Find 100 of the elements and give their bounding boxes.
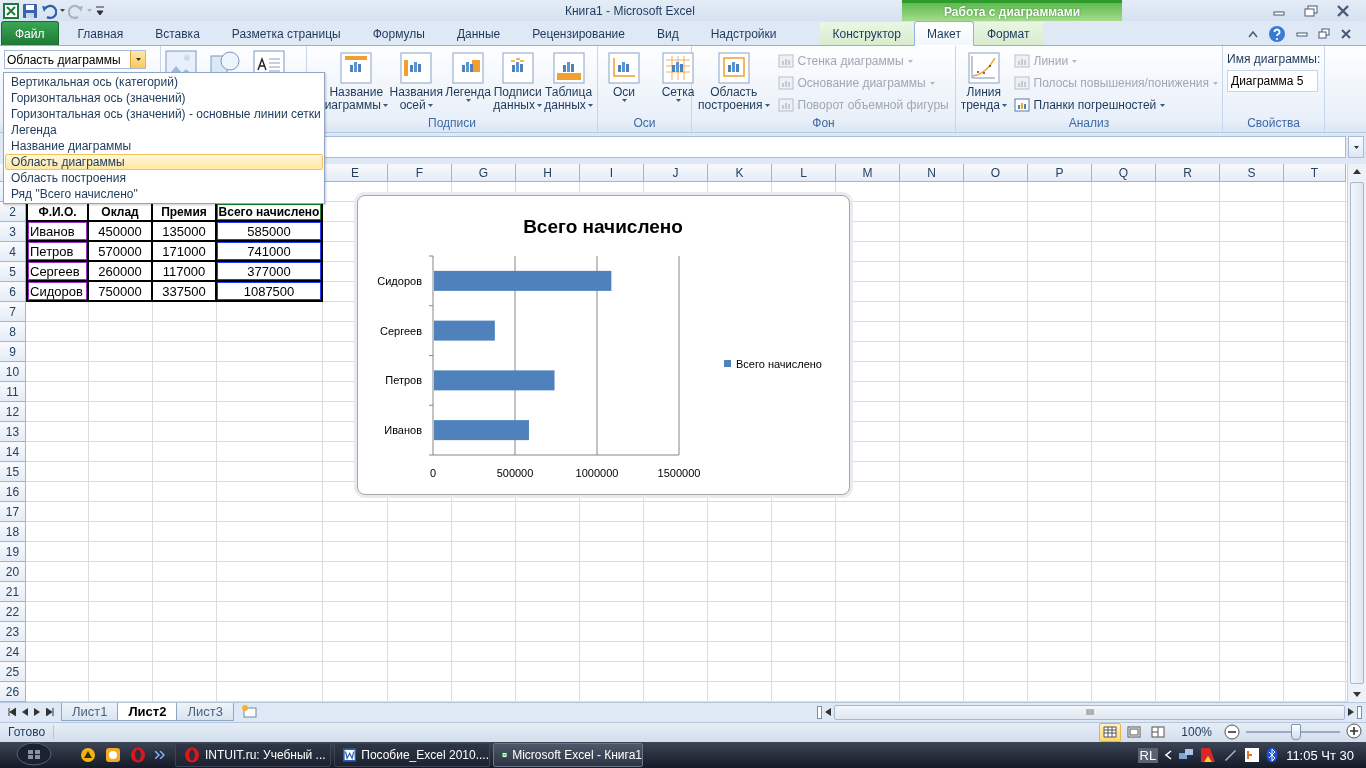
ribbon-button[interactable]: Таблица данных xyxy=(544,50,593,115)
row-header[interactable]: 7 xyxy=(9,304,16,319)
column-header[interactable]: N xyxy=(927,165,936,180)
scroll-left-icon[interactable] xyxy=(825,708,831,717)
start-button-icon[interactable] xyxy=(16,741,52,766)
zoom-out-icon[interactable] xyxy=(1224,724,1240,741)
ribbon-tab[interactable]: Файл xyxy=(1,21,59,46)
split-handle-icon[interactable] xyxy=(817,705,822,719)
row-header[interactable]: 4 xyxy=(9,244,16,259)
row-header[interactable]: 9 xyxy=(9,344,16,359)
last-sheet-icon[interactable] xyxy=(46,708,54,717)
column-header[interactable]: R xyxy=(1183,165,1192,180)
scroll-down-icon[interactable] xyxy=(1353,692,1361,699)
clock-text[interactable]: 11:05 Чт 30 xyxy=(1284,747,1356,763)
ribbon-button[interactable]: Название иаграммы xyxy=(325,50,388,115)
help-icon[interactable] xyxy=(1268,24,1286,43)
ribbon-tab[interactable]: Макет xyxy=(913,21,974,47)
language-indicator[interactable]: RL xyxy=(1137,747,1159,763)
column-header[interactable]: F xyxy=(415,165,424,180)
column-header[interactable]: K xyxy=(735,165,744,180)
zoom-in-icon[interactable] xyxy=(1346,722,1362,739)
menu-item[interactable]: Легенда xyxy=(5,122,323,138)
zoom-level[interactable]: 100% xyxy=(1171,725,1222,740)
column-header[interactable]: E xyxy=(351,165,359,180)
chart-name-field[interactable]: Диаграмма 5 xyxy=(1227,70,1318,93)
menu-item[interactable]: Область диаграммы xyxy=(5,154,323,170)
ribbon-tab[interactable]: Надстройки xyxy=(697,21,790,46)
normal-view-button[interactable] xyxy=(1099,722,1122,742)
bluetooth-icon[interactable] xyxy=(1266,747,1279,763)
close-icon[interactable] xyxy=(1336,4,1350,17)
more-icon[interactable] xyxy=(155,751,165,759)
antivirus-icon[interactable] xyxy=(1200,747,1217,763)
column-header[interactable]: H xyxy=(543,165,552,180)
collapse-ribbon-icon[interactable] xyxy=(1248,29,1258,38)
row-header[interactable]: 5 xyxy=(9,264,16,279)
first-sheet-icon[interactable] xyxy=(8,708,16,717)
chevron-icon[interactable] xyxy=(1164,750,1173,760)
ribbon-tab[interactable]: Рецензирование xyxy=(519,21,638,46)
ribbon-small-button[interactable]: Планки погрешностей xyxy=(1013,96,1218,115)
menu-item[interactable]: Горизонтальная ось (значений) xyxy=(5,90,323,106)
slider-thumb[interactable] xyxy=(1290,724,1301,741)
row-header[interactable]: 2 xyxy=(9,204,16,219)
formula-field[interactable] xyxy=(322,136,1346,159)
menu-item[interactable]: Ряд "Всего начислено" xyxy=(5,186,323,202)
ribbon-tab[interactable]: Формулы xyxy=(359,21,438,46)
ribbon-button[interactable]: Подписи данных xyxy=(493,50,543,115)
save-icon[interactable] xyxy=(22,2,38,19)
caret-icon xyxy=(1001,104,1007,108)
ribbon-tab[interactable]: Главная xyxy=(64,21,137,46)
restore-icon[interactable] xyxy=(1318,27,1330,40)
column-header[interactable]: T xyxy=(1310,165,1319,180)
column-header[interactable]: J xyxy=(672,165,679,180)
ribbon-tab[interactable]: Конструктор xyxy=(819,21,914,46)
ribbon-button[interactable]: Легенда xyxy=(444,50,492,105)
ribbon-tab[interactable]: Разметка страницы xyxy=(218,21,354,46)
ribbon-button[interactable]: Линия тренда xyxy=(960,50,1008,115)
ribbon-tab[interactable]: Формат xyxy=(973,21,1043,46)
previous-sheet-icon[interactable] xyxy=(22,708,28,717)
ribbon-button[interactable]: Названия осей xyxy=(389,50,443,115)
column-header[interactable]: O xyxy=(990,165,1001,180)
ribbon-tab[interactable]: Вставка xyxy=(142,21,213,46)
menu-item[interactable]: Название диаграммы xyxy=(5,138,323,154)
column-header[interactable]: S xyxy=(1247,165,1256,180)
row-header[interactable]: 3 xyxy=(9,224,16,239)
column-header[interactable]: L xyxy=(800,165,807,180)
column-header[interactable]: I xyxy=(609,165,614,180)
app-icon[interactable] xyxy=(1244,747,1261,763)
sheet-tab[interactable]: Лист3 xyxy=(176,703,234,722)
taskbar-button[interactable]: Microsoft Excel - Книга1 xyxy=(493,743,643,767)
next-sheet-icon[interactable] xyxy=(34,708,40,717)
scroll-right-icon[interactable] xyxy=(1348,708,1354,717)
menu-item[interactable]: Область построения xyxy=(5,170,323,186)
chart-element-combo[interactable]: Область диаграммы xyxy=(4,50,146,70)
ribbon-tab[interactable]: Вид xyxy=(643,21,692,46)
scroll-up-icon[interactable] xyxy=(1353,168,1361,175)
sheet-tab[interactable]: Лист1 xyxy=(61,703,119,722)
undo-icon[interactable] xyxy=(41,2,57,19)
restore-icon[interactable] xyxy=(1304,4,1318,17)
close-icon[interactable] xyxy=(1340,27,1352,40)
column-header[interactable]: Q xyxy=(1118,165,1129,180)
taskbar-button[interactable]: Пособие_Excel 2010.... xyxy=(334,743,490,767)
menu-item[interactable]: Вертикальная ось (категорий) xyxy=(5,74,323,90)
chart-area[interactable]: Всего начислено Сидоров Сергеев Петров Иванов 0 500000 1000000 1500000 Всего начислено xyxy=(357,195,850,495)
expand-formula-button[interactable] xyxy=(1348,136,1364,159)
column-header[interactable]: P xyxy=(1055,165,1064,180)
column-header[interactable]: M xyxy=(862,165,873,180)
minimize-icon[interactable] xyxy=(1296,29,1308,38)
column-header[interactable]: G xyxy=(478,165,489,180)
row-header[interactable]: 6 xyxy=(9,284,16,299)
ribbon-button[interactable]: Оси xyxy=(602,50,646,105)
taskbar-button[interactable]: INTUIT.ru: Учебный ... xyxy=(175,743,331,767)
chart-bar xyxy=(434,320,495,341)
scrollbar-thumb[interactable] xyxy=(834,704,1345,720)
sheet-tab[interactable]: Лист2 xyxy=(117,703,178,722)
app-icon[interactable] xyxy=(80,747,96,763)
row-header[interactable]: 8 xyxy=(9,324,16,339)
menu-item[interactable]: Горизонтальная ось (значений) - основные линии сетки xyxy=(5,106,323,122)
ribbon-tab[interactable]: Данные xyxy=(443,21,514,46)
scrollbar-thumb[interactable] xyxy=(1350,182,1364,685)
split-handle-icon[interactable] xyxy=(1357,705,1362,719)
